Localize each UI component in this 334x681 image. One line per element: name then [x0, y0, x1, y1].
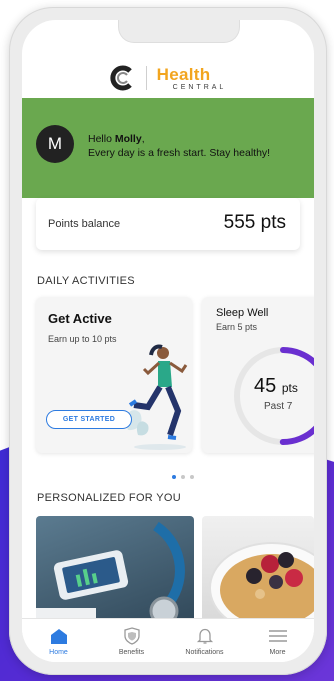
app-screen: Health CENTRAL M Hello Molly, Every day …: [22, 20, 314, 662]
nav-benefits[interactable]: Benefits: [97, 619, 167, 656]
get-started-button[interactable]: GET STARTED: [46, 410, 132, 429]
daily-activities-title: DAILY ACTIVITIES: [37, 275, 135, 287]
logo-health: Health: [156, 64, 211, 84]
nav-notifications-label: Notifications: [185, 649, 224, 656]
health-tech-image[interactable]: [36, 516, 194, 631]
carousel-dot[interactable]: [181, 475, 185, 479]
sleep-points-unit: pts: [281, 381, 298, 395]
shield-icon: [123, 627, 140, 645]
nav-home[interactable]: Home: [24, 619, 94, 656]
phone-stethoscope-illustration: [36, 521, 185, 631]
get-active-title: Get Active: [48, 311, 112, 326]
sleep-well-card[interactable]: Sleep Well Earn 5 pts 45 pts Past 7: [202, 297, 314, 453]
logo-mark-icon: [110, 65, 132, 91]
greeting-message: Every day is a fresh start. Stay healthy…: [88, 147, 271, 159]
sleep-points: 45 pts: [254, 375, 298, 398]
phone-frame: Health CENTRAL M Hello Molly, Every day …: [9, 7, 327, 675]
sleep-points-value: 45: [254, 375, 277, 397]
greeting-name: Molly: [114, 133, 142, 145]
logo-wordmark: Health CENTRAL: [157, 66, 227, 91]
sleep-well-title: Sleep Well: [216, 307, 269, 319]
personalized-title: PERSONALIZED FOR YOU: [37, 492, 181, 504]
points-balance-card[interactable]: Points balance 555 pts: [36, 198, 300, 250]
sleep-well-subtitle: Earn 5 pts: [216, 322, 258, 332]
sleep-period: Past 7: [264, 401, 293, 412]
runner-illustration: [126, 344, 188, 450]
bottom-navigation: Home Benefits Notifications More: [22, 618, 314, 662]
carousel-dots[interactable]: [172, 475, 194, 479]
greeting-banner: M Hello Molly, Every day is a fresh star…: [22, 98, 314, 198]
nav-more[interactable]: More: [243, 619, 313, 656]
bell-icon: [196, 628, 213, 644]
points-label: Points balance: [48, 218, 121, 230]
logo-divider: [145, 66, 147, 90]
menu-icon: [268, 630, 287, 642]
berries-bowl-illustration: [209, 542, 314, 631]
logo-central: CENTRAL: [172, 83, 227, 91]
carousel-dot[interactable]: [190, 475, 194, 479]
nav-notifications[interactable]: Notifications: [170, 619, 240, 656]
greeting-text: Hello Molly, Every day is a fresh start.…: [88, 133, 271, 159]
home-icon: [50, 629, 67, 644]
app-header: Health CENTRAL: [22, 58, 314, 98]
phone-notch: [118, 20, 240, 43]
carousel-dot[interactable]: [172, 475, 176, 479]
avatar[interactable]: M: [36, 125, 74, 163]
greeting-hello: Hello: [88, 133, 112, 145]
nav-more-label: More: [269, 649, 286, 656]
nav-benefits-label: Benefits: [118, 649, 145, 656]
nav-home-label: Home: [49, 649, 68, 656]
get-active-card[interactable]: Get Active Earn up to 10 pts GET STARTED: [36, 297, 192, 453]
get-active-subtitle: Earn up to 10 pts: [48, 334, 117, 344]
breakfast-bowl-image[interactable]: [202, 516, 314, 631]
points-value: 555 pts: [223, 212, 286, 233]
